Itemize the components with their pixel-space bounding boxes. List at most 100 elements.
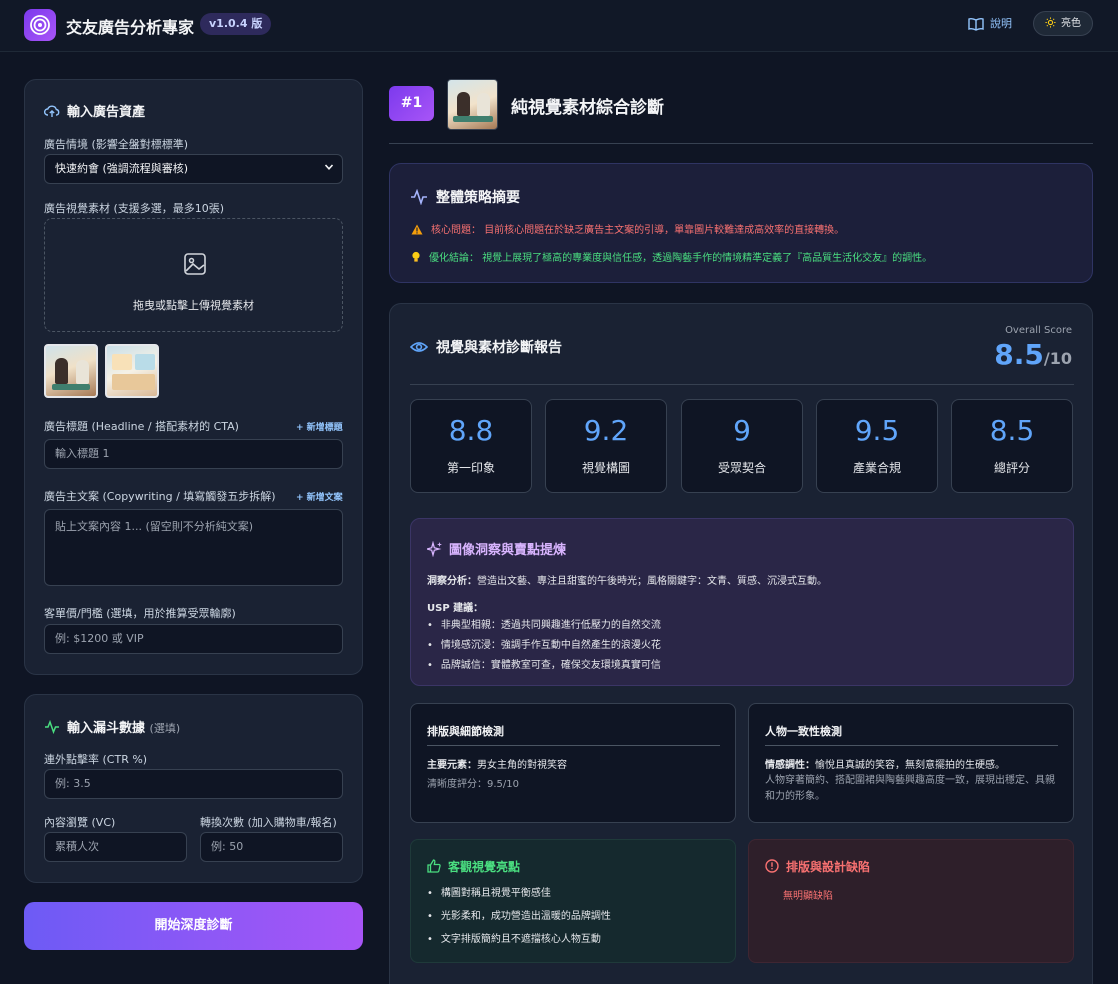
character-check-title: 人物一致性檢測 xyxy=(765,725,842,738)
character-desc: 人物穿著簡約、搭配圍裙與陶藝興趣高度一致，展現出穩定、具親和力的形象。 xyxy=(765,775,1055,802)
list-item: 非典型相親：透過共同興趣進行低壓力的自然交流 xyxy=(427,616,661,636)
score-value: 9 xyxy=(733,414,751,447)
conversion-input[interactable]: 例: 50 xyxy=(200,832,343,862)
score-label: 總評分 xyxy=(993,461,1030,475)
insight-title: 圖像洞察與賣點提煉 xyxy=(424,539,566,558)
ctr-input[interactable]: 例: 3.5 xyxy=(44,769,343,799)
strengths-title: 客觀視覺亮點 xyxy=(427,858,520,875)
uploaded-thumbnail-1[interactable] xyxy=(44,344,98,398)
overall-score: 8.5/10 xyxy=(994,338,1072,371)
score-value: 8.5 xyxy=(989,414,1035,447)
dropzone-text: 拖曳或點擊上傳視覺素材 xyxy=(133,299,254,312)
strengths-list: 構圖對稱且視覺平衡感佳 光影柔和，成功營造出溫暖的品牌調性 文字排版簡約且不遮擋… xyxy=(427,882,611,951)
scenario-label: 廣告情境 (影響全盤對標標準) xyxy=(44,138,189,151)
start-diagnosis-button[interactable]: 開始深度診斷 xyxy=(24,902,363,950)
activity-icon xyxy=(45,719,59,735)
score-label: 產業合規 xyxy=(852,461,901,475)
sparkles-icon xyxy=(424,540,442,558)
character-consistency-card: 人物一致性檢測 情感調性：愉悅且真誠的笑容，無刻意擺拍的生硬感。 人物穿著簡約、… xyxy=(748,703,1074,823)
eye-icon xyxy=(409,341,429,352)
no-defect-text: 無明顯缺陷 xyxy=(783,891,833,902)
add-headline-link[interactable]: + 新增標題 xyxy=(296,420,343,433)
score-card-first-impression: 8.8 第一印象 xyxy=(410,399,532,493)
headline-input[interactable]: 輸入標題 1 xyxy=(44,439,343,469)
score-label: 視覺構圖 xyxy=(581,461,630,475)
sun-icon xyxy=(1045,16,1056,28)
list-item: 構圖對稱且視覺平衡感佳 xyxy=(427,882,611,905)
headline-label: 廣告標題 (Headline / 搭配素材的 CTA) xyxy=(44,420,239,433)
score-card-visual-composition: 9.2 視覺構圖 xyxy=(545,399,667,493)
visual-dropzone[interactable]: 拖曳或點擊上傳視覺素材 xyxy=(44,218,343,332)
alert-circle-icon xyxy=(765,859,779,873)
layout-check-card: 排版與細節檢測 主要元素：男女主角的對視笑容 清晰度評分：9.5/10 xyxy=(410,703,736,823)
header-divider xyxy=(389,143,1093,144)
vc-input[interactable]: 累積人次 xyxy=(44,832,187,862)
uploaded-thumbnail-2[interactable] xyxy=(105,344,159,398)
strategy-summary-card: 整體策略摘要 核心問題： 目前核心問題在於缺乏廣告主文案的引導，單靠圖片較難達成… xyxy=(389,163,1093,283)
emotion-line: 情感調性：愉悅且真誠的笑容，無刻意擺拍的生硬感。 xyxy=(765,760,1005,771)
score-card-total: 8.5 總評分 xyxy=(951,399,1073,493)
vc-label: 內容瀏覽 (VC) xyxy=(44,816,116,829)
cloud-upload-icon xyxy=(43,105,60,117)
theme-label: 亮色 xyxy=(1061,18,1081,29)
core-issue-line: 核心問題： 目前核心問題在於缺乏廣告主文案的引導，單靠圖片較難達成高效率的直接轉… xyxy=(411,221,844,236)
list-item: 光影柔和，成功營造出溫暖的品牌調性 xyxy=(427,905,611,928)
visual-label: 廣告視覺素材 (支援多選，最多10張) xyxy=(44,202,225,215)
add-copy-link[interactable]: + 新增文案 xyxy=(296,490,343,503)
app-header: 交友廣告分析專家 v1.0.4 版 說明 亮色 xyxy=(0,0,1118,52)
chevron-down-icon xyxy=(324,155,334,183)
score-value: 8.8 xyxy=(448,414,494,447)
scenario-select[interactable]: 快速約會 (強調流程與審核) xyxy=(44,154,343,184)
visual-strengths-card: 客觀視覺亮點 構圖對稱且視覺平衡感佳 光影柔和，成功營造出溫暖的品牌調性 文字排… xyxy=(410,839,736,963)
image-insight-card: 圖像洞察與賣點提煉 洞察分析：營造出文藝、專注且甜蜜的午後時光；風格關鍵字：文青… xyxy=(410,518,1074,686)
ctr-label: 連外點擊率 (CTR %) xyxy=(44,753,148,766)
layout-check-title: 排版與細節檢測 xyxy=(427,725,504,738)
list-item: 情境感沉浸：強調手作互動中自然產生的浪漫火花 xyxy=(427,636,661,656)
visual-diagnosis-report: 視覺與素材診斷報告 Overall Score 8.5/10 8.8 第一印象 … xyxy=(389,303,1093,984)
usp-list: 非典型相親：透過共同興趣進行低壓力的自然交流 情境感沉浸：強調手作互動中自然產生… xyxy=(427,616,661,676)
optimization-line: 優化結論： 視覺上展現了極高的專業度與信任感，透過陶藝手作的情境精準定義了『高品… xyxy=(411,249,932,264)
main-element-line: 主要元素：男女主角的對視笑容 xyxy=(427,760,567,771)
funnel-optional: (選填) xyxy=(149,722,181,735)
funnel-panel-title: 輸入漏斗數據 (選填) xyxy=(44,717,180,736)
image-icon xyxy=(184,253,206,275)
insight-analysis: 洞察分析：營造出文藝、專注且甜蜜的午後時光；風格關鍵字：文青、質感、沉浸式互動。 xyxy=(427,576,827,587)
score-label: 受眾契合 xyxy=(717,461,766,475)
app-title: 交友廣告分析專家 xyxy=(66,18,195,37)
book-icon xyxy=(968,17,984,31)
ad-asset-panel-title: 輸入廣告資產 xyxy=(43,101,145,120)
list-item: 品牌誠信：實體教室可查，確保交友環境真實可信 xyxy=(427,656,661,676)
warning-icon xyxy=(411,224,423,234)
overall-score-label: Overall Score xyxy=(1005,325,1072,336)
list-item: 文字排版簡約且不遮擋核心人物互動 xyxy=(427,928,611,951)
defects-title: 排版與設計缺陷 xyxy=(765,858,870,875)
version-badge: v1.0.4 版 xyxy=(200,13,272,35)
score-card-compliance: 9.5 產業合規 xyxy=(816,399,938,493)
price-label: 客單價/門檻 (選填，用於推算受眾輪廓) xyxy=(44,607,236,620)
rank-badge: #1 xyxy=(389,86,434,121)
score-value: 9.5 xyxy=(854,414,900,447)
usp-label: USP 建議： xyxy=(427,603,484,614)
report-thumbnail xyxy=(447,79,498,130)
help-button[interactable]: 說明 xyxy=(968,15,1012,35)
report-divider xyxy=(410,384,1074,385)
thumbs-up-icon xyxy=(427,859,441,873)
design-defects-card: 排版與設計缺陷 無明顯缺陷 xyxy=(748,839,1074,963)
clarity-score: 清晰度評分：9.5/10 xyxy=(427,779,519,790)
price-input[interactable]: 例: $1200 或 VIP xyxy=(44,624,343,654)
copy-textarea[interactable]: 貼上文案內容 1... (留空則不分析純文案) xyxy=(44,509,343,586)
summary-title: 整體策略摘要 xyxy=(410,187,520,207)
report-section-title: 視覺與素材診斷報告 xyxy=(409,337,562,357)
report-title: 純視覺素材綜合診斷 xyxy=(511,98,664,118)
lightbulb-icon xyxy=(412,251,420,262)
scenario-value: 快速約會 (強調流程與審核) xyxy=(55,162,189,175)
score-label: 第一印象 xyxy=(446,461,495,475)
conversion-label: 轉換次數 (加入購物車/報名) xyxy=(200,816,337,829)
theme-toggle-button[interactable]: 亮色 xyxy=(1033,11,1093,36)
copy-label: 廣告主文案 (Copywriting / 填寫觸發五步拆解) xyxy=(44,490,276,503)
help-label: 說明 xyxy=(990,17,1012,30)
score-value: 9.2 xyxy=(583,414,629,447)
app-logo-icon xyxy=(24,9,56,41)
score-card-audience-fit: 9 受眾契合 xyxy=(681,399,803,493)
activity-icon xyxy=(411,188,427,206)
